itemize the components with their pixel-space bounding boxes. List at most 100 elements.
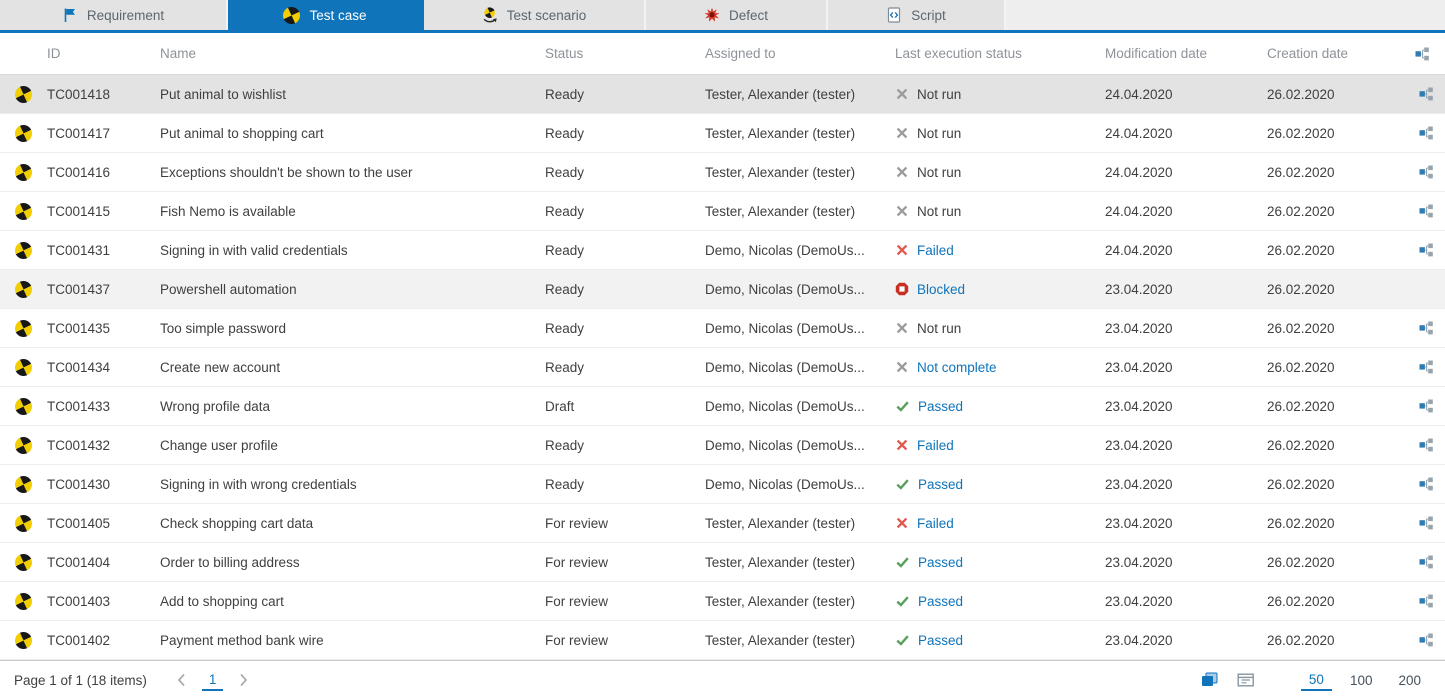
cell-modification-date: 23.04.2020 [1098, 438, 1260, 453]
testcase-icon [0, 125, 40, 142]
execution-status-label[interactable]: Passed [918, 477, 963, 492]
cell-assigned-to: Demo, Nicolas (DemoUs... [698, 360, 888, 375]
pager-left: Page 1 of 1 (18 items) 1 [14, 669, 252, 691]
table-row[interactable]: TC001402Payment method bank wireFor revi… [0, 621, 1445, 660]
cell-status: Ready [538, 321, 698, 336]
passed-check-icon [895, 477, 910, 491]
cell-creation-date: 26.02.2020 [1260, 594, 1400, 609]
cell-status: For review [538, 555, 698, 570]
hierarchy-icon[interactable] [1400, 516, 1445, 530]
tab-requirement[interactable]: Requirement [0, 0, 228, 30]
testcase-icon [0, 398, 40, 415]
hierarchy-icon[interactable] [1400, 477, 1445, 491]
cell-creation-date: 26.02.2020 [1260, 87, 1400, 102]
cell-status: For review [538, 594, 698, 609]
testcase-icon [0, 632, 40, 649]
execution-status-label[interactable]: Blocked [917, 282, 965, 297]
table-row[interactable]: TC001431Signing in with valid credential… [0, 231, 1445, 270]
cell-last-execution-status: Passed [888, 594, 1098, 609]
hierarchy-icon[interactable] [1400, 126, 1445, 140]
hierarchy-icon[interactable] [1400, 87, 1445, 101]
next-page-button[interactable] [235, 672, 252, 688]
hierarchy-icon[interactable] [1400, 594, 1445, 608]
hierarchy-icon[interactable] [1400, 47, 1445, 61]
execution-status-label[interactable]: Passed [918, 594, 963, 609]
table-row[interactable]: TC001418Put animal to wishlistReadyTeste… [0, 75, 1445, 114]
execution-status-label: Not run [917, 204, 961, 219]
column-header-assigned-to[interactable]: Assigned to [698, 46, 888, 61]
cell-status: Ready [538, 438, 698, 453]
table-row[interactable]: TC001434Create new accountReadyDemo, Nic… [0, 348, 1445, 387]
hierarchy-icon[interactable] [1400, 633, 1445, 647]
table-row[interactable]: TC001403Add to shopping cartFor reviewTe… [0, 582, 1445, 621]
testcase-icon [0, 242, 40, 259]
execution-status-label[interactable]: Failed [917, 438, 954, 453]
copy-pages-icon[interactable] [1201, 672, 1219, 688]
page-size-selector: 50 100 200 [1301, 669, 1429, 691]
hierarchy-icon[interactable] [1400, 399, 1445, 413]
table-row[interactable]: TC001433Wrong profile dataDraftDemo, Nic… [0, 387, 1445, 426]
hierarchy-icon[interactable] [1400, 243, 1445, 257]
column-header-id[interactable]: ID [40, 46, 153, 61]
cell-last-execution-status: Not complete [888, 360, 1098, 375]
column-header-last-execution-status[interactable]: Last execution status [888, 46, 1098, 61]
execution-status-label: Not run [917, 87, 961, 102]
cell-last-execution-status: Not run [888, 87, 1098, 102]
execution-status-label[interactable]: Not complete [917, 360, 997, 375]
tab-script[interactable]: Script [828, 0, 1006, 30]
execution-status-label[interactable]: Passed [918, 633, 963, 648]
grid-body: TC001418Put animal to wishlistReadyTeste… [0, 75, 1445, 660]
tab-label: Test scenario [507, 8, 587, 23]
hierarchy-icon[interactable] [1400, 555, 1445, 569]
cell-creation-date: 26.02.2020 [1260, 126, 1400, 141]
not-run-x-icon [895, 321, 909, 335]
hierarchy-icon[interactable] [1400, 165, 1445, 179]
cell-id: TC001433 [40, 399, 153, 414]
cell-creation-date: 26.02.2020 [1260, 204, 1400, 219]
table-row[interactable]: TC001405Check shopping cart dataFor revi… [0, 504, 1445, 543]
column-header-status[interactable]: Status [538, 46, 698, 61]
execution-status-label: Not run [917, 126, 961, 141]
table-row[interactable]: TC001404Order to billing addressFor revi… [0, 543, 1445, 582]
execution-status-label[interactable]: Passed [918, 555, 963, 570]
cell-assigned-to: Tester, Alexander (tester) [698, 516, 888, 531]
hierarchy-icon[interactable] [1400, 204, 1445, 218]
defect-icon [704, 7, 720, 23]
cell-last-execution-status: Failed [888, 516, 1098, 531]
page-size-100[interactable]: 100 [1342, 670, 1381, 690]
cell-creation-date: 26.02.2020 [1260, 633, 1400, 648]
current-page-button[interactable]: 1 [202, 669, 224, 691]
cell-name: Add to shopping cart [153, 594, 538, 609]
cell-modification-date: 24.04.2020 [1098, 87, 1260, 102]
prev-page-button[interactable] [173, 672, 190, 688]
table-row[interactable]: TC001432Change user profileReadyDemo, Ni… [0, 426, 1445, 465]
page-size-200[interactable]: 200 [1390, 670, 1429, 690]
cell-last-execution-status: Failed [888, 243, 1098, 258]
cell-assigned-to: Demo, Nicolas (DemoUs... [698, 438, 888, 453]
column-header-name[interactable]: Name [153, 46, 538, 61]
execution-status-label[interactable]: Failed [917, 243, 954, 258]
tab-test-scenario[interactable]: Test scenario [424, 0, 646, 30]
execution-status-label[interactable]: Failed [917, 516, 954, 531]
hierarchy-icon[interactable] [1400, 321, 1445, 335]
column-header-creation-date[interactable]: Creation date [1260, 46, 1400, 61]
panel-view-icon[interactable] [1237, 672, 1255, 688]
table-row[interactable]: TC001437Powershell automationReadyDemo, … [0, 270, 1445, 309]
testcase-icon [0, 476, 40, 493]
hierarchy-icon[interactable] [1400, 360, 1445, 374]
table-row[interactable]: TC001416Exceptions shouldn't be shown to… [0, 153, 1445, 192]
tab-test-case[interactable]: Test case [228, 0, 424, 30]
table-row[interactable]: TC001417Put animal to shopping cartReady… [0, 114, 1445, 153]
execution-status-label[interactable]: Passed [918, 399, 963, 414]
cell-name: Payment method bank wire [153, 633, 538, 648]
column-header-modification-date[interactable]: Modification date [1098, 46, 1260, 61]
table-row[interactable]: TC001415Fish Nemo is availableReadyTeste… [0, 192, 1445, 231]
testcase-icon [283, 7, 300, 24]
page-size-50[interactable]: 50 [1301, 669, 1332, 691]
tab-defect[interactable]: Defect [646, 0, 828, 30]
cell-last-execution-status: Not run [888, 165, 1098, 180]
hierarchy-icon[interactable] [1400, 438, 1445, 452]
table-row[interactable]: TC001435Too simple passwordReadyDemo, Ni… [0, 309, 1445, 348]
cell-status: Ready [538, 360, 698, 375]
table-row[interactable]: TC001430Signing in with wrong credential… [0, 465, 1445, 504]
